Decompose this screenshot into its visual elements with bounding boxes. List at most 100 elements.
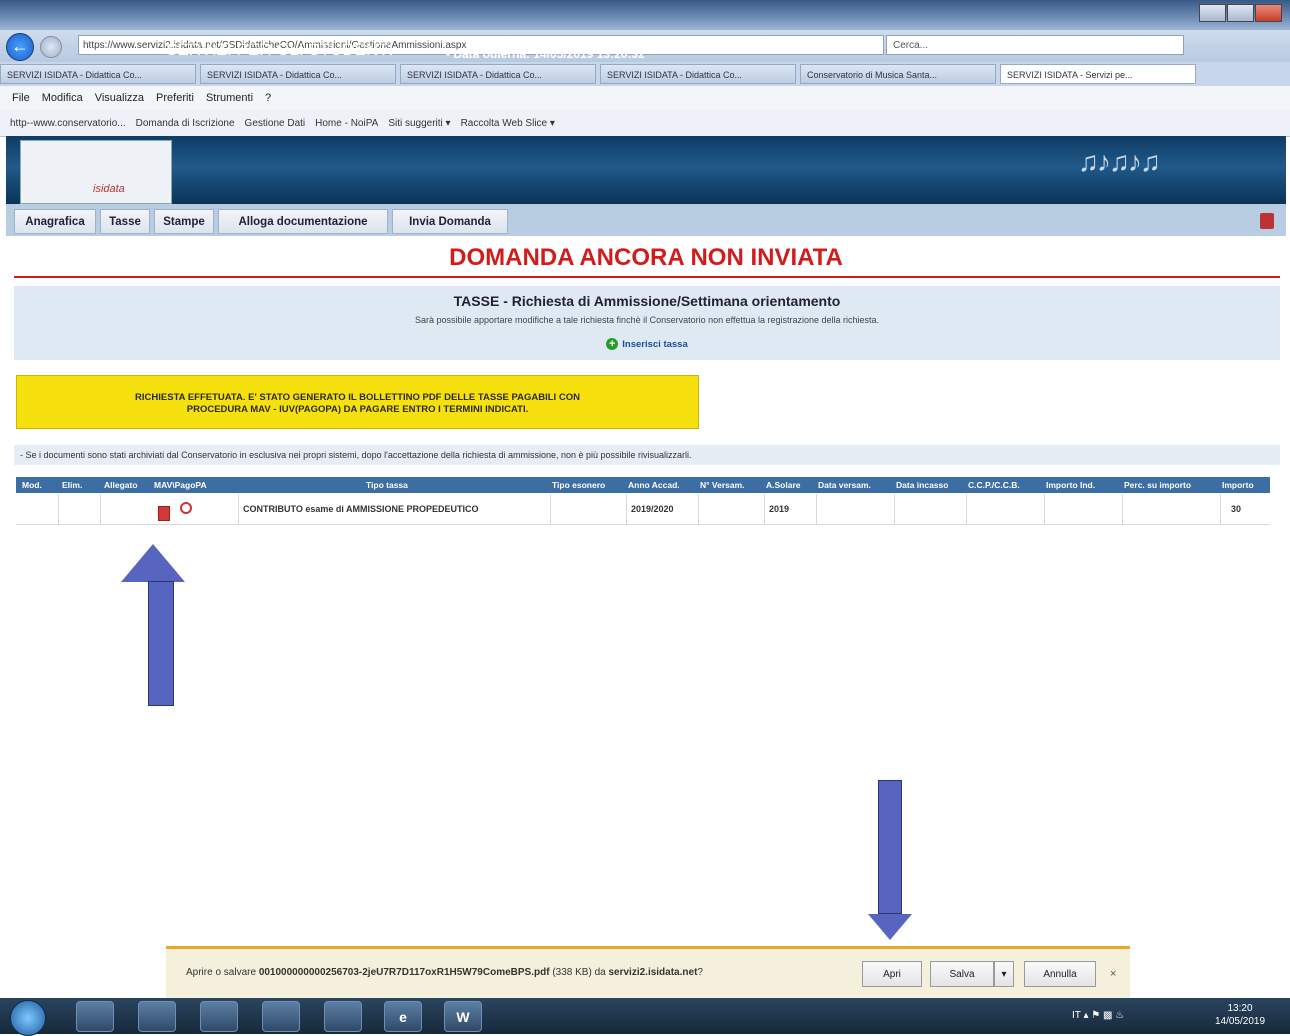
favorite-link[interactable]: Home - NoiPA xyxy=(315,118,378,129)
favorite-link[interactable]: Raccolta Web Slice ▾ xyxy=(461,118,555,129)
browser-tab[interactable]: SERVIZI ISIDATA - Didattica Co... xyxy=(0,64,196,84)
arrow-head xyxy=(868,914,912,940)
tab-invia-domanda[interactable]: Invia Domanda xyxy=(392,209,508,234)
pdf-icon[interactable] xyxy=(158,506,170,521)
word-icon[interactable]: W xyxy=(444,1001,482,1032)
menu-bar: File Modifica Visualizza Preferiti Strum… xyxy=(0,86,1290,110)
acrobat-icon[interactable] xyxy=(262,1001,300,1032)
forward-button[interactable] xyxy=(40,36,62,58)
status-title: DOMANDA ANCORA NON INVIATA xyxy=(449,244,843,271)
menu-visualizza[interactable]: Visualizza xyxy=(95,92,144,104)
cell-a-solare: 2019 xyxy=(764,494,816,524)
search-input[interactable]: Cerca... xyxy=(886,35,1184,55)
col-importo-ind: Importo Ind. xyxy=(1046,480,1096,490)
save-button[interactable]: Salva xyxy=(930,961,994,987)
clock-time: 13:20 xyxy=(1227,1003,1253,1014)
divider xyxy=(14,276,1280,278)
download-prompt: Aprire o salvare 001000000000256703-2jeU… xyxy=(186,967,703,978)
favorite-link[interactable]: http--www.conservatorio... xyxy=(10,118,126,129)
section-note: Sarà possibile apportare modifiche a tal… xyxy=(414,315,880,325)
window-titlebar xyxy=(0,0,1290,30)
download-size: (338 KB) da xyxy=(549,967,609,978)
media-player-icon[interactable] xyxy=(200,1001,238,1032)
browser-tab[interactable]: Conservatorio di Musica Santa... xyxy=(800,64,996,84)
cell-tipo-tassa: CONTRIBUTO esame di AMMISSIONE PROPEDEUT… xyxy=(238,494,550,524)
favorite-link[interactable]: Gestione Dati xyxy=(245,118,306,129)
cell-importo: 30 xyxy=(1220,494,1270,524)
download-prompt-suffix: ? xyxy=(697,967,703,978)
success-message-line: RICHIESTA EFFETUATA. E' STATO GENERATO I… xyxy=(135,392,580,403)
favorite-link[interactable]: Siti suggeriti ▾ xyxy=(388,118,450,129)
back-button[interactable]: ← xyxy=(6,33,34,61)
mav-pagopa-icon[interactable] xyxy=(180,502,192,514)
col-allegato: Allegato xyxy=(104,480,138,490)
explorer-icon[interactable] xyxy=(76,1001,114,1032)
table-row: CONTRIBUTO esame di AMMISSIONE PROPEDEUT… xyxy=(16,494,1270,525)
success-message: RICHIESTA EFFETUATA. E' STATO GENERATO I… xyxy=(16,392,699,416)
cancel-button[interactable]: Annulla xyxy=(1024,961,1096,987)
cell-ccp xyxy=(966,494,1044,524)
cell-data-versam xyxy=(816,494,894,524)
site-logo: isidata xyxy=(20,140,172,204)
col-perc: Perc. su importo xyxy=(1124,480,1192,490)
close-window-button[interactable] xyxy=(1255,4,1282,22)
menu-modifica[interactable]: Modifica xyxy=(42,92,83,104)
menu-file[interactable]: File xyxy=(12,92,30,104)
col-data-versam: Data versam. xyxy=(818,480,871,490)
clock-date: 14/05/2019 xyxy=(1214,1016,1266,1027)
tab-anagrafica[interactable]: Anagrafica xyxy=(14,209,96,234)
open-button[interactable]: Apri xyxy=(862,961,922,987)
language-indicator[interactable]: IT xyxy=(1072,1010,1081,1021)
favorites-bar: http--www.conservatorio... Domanda di Is… xyxy=(0,110,1290,137)
browser-tab[interactable]: SERVIZI ISIDATA - Didattica Co... xyxy=(200,64,396,84)
col-tipo-tassa: Tipo tassa xyxy=(366,480,408,490)
success-message-line: PROCEDURA MAV - IUV(PAGOPA) DA PAGARE EN… xyxy=(186,404,529,415)
app-icon[interactable] xyxy=(324,1001,362,1032)
cell-tipo-esonero xyxy=(550,494,626,524)
tasse-table-header: Mod. Elim. Allegato MAV\PagoPA Tipo tass… xyxy=(16,477,1270,493)
col-tipo-esonero: Tipo esonero xyxy=(552,480,606,490)
browser-tab-active[interactable]: SERVIZI ISIDATA - Servizi pe... xyxy=(1000,64,1196,84)
browser-tabs: SERVIZI ISIDATA - Didattica Co... SERVIZ… xyxy=(0,62,1290,86)
arrow-shaft xyxy=(148,581,174,706)
maximize-button[interactable] xyxy=(1227,4,1254,22)
col-ccp: C.C.P./C.C.B. xyxy=(968,480,1020,490)
tab-stampe[interactable]: Stampe xyxy=(154,209,214,234)
arrow-shaft xyxy=(878,780,902,914)
start-button[interactable] xyxy=(10,1000,46,1036)
clock[interactable]: 13:20 14/05/2019 xyxy=(1200,1002,1280,1028)
plus-icon[interactable]: + xyxy=(606,338,619,351)
cell-importo-ind xyxy=(1044,494,1122,524)
system-tray: IT ▴ ⚑ ▩ ♨ xyxy=(1072,1010,1125,1021)
cell-data-incasso xyxy=(894,494,966,524)
col-data-incasso: Data incasso xyxy=(896,480,949,490)
cell-perc xyxy=(1122,494,1220,524)
download-prompt-prefix: Aprire o salvare xyxy=(186,967,259,978)
col-n-versam: N° Versam. xyxy=(700,480,745,490)
logo-text: isidata xyxy=(93,183,125,195)
close-download-bar-icon[interactable]: × xyxy=(1110,968,1116,980)
minimize-button[interactable] xyxy=(1199,4,1226,22)
tab-alloga-documentazione[interactable]: Alloga documentazione xyxy=(218,209,388,234)
browser-tab[interactable]: SERVIZI ISIDATA - Didattica Co... xyxy=(600,64,796,84)
menu-strumenti[interactable]: Strumenti xyxy=(206,92,253,104)
save-dropdown-button[interactable]: ▾ xyxy=(994,961,1014,987)
menu-preferiti[interactable]: Preferiti xyxy=(156,92,194,104)
chrome-icon[interactable] xyxy=(138,1001,176,1032)
favorite-link[interactable]: Domanda di Iscrizione xyxy=(136,118,235,129)
page-nav: Anagrafica Tasse Stampe Alloga documenta… xyxy=(6,204,1286,238)
site-header: isidata ♫♪♫♪♫ xyxy=(6,136,1286,204)
exit-icon[interactable] xyxy=(1260,213,1274,229)
col-mod: Mod. xyxy=(22,480,42,490)
internet-explorer-icon[interactable]: e xyxy=(384,1001,422,1032)
cell-n-versam xyxy=(698,494,764,524)
cell-mod xyxy=(16,494,58,524)
download-host: servizi2.isidata.net xyxy=(608,967,698,978)
col-elim: Elim. xyxy=(62,480,83,490)
insert-tassa-link[interactable]: Inserisci tassa xyxy=(622,339,688,350)
col-anno-accad: Anno Accad. xyxy=(628,480,680,490)
music-notes-decoration: ♫♪♫♪♫ xyxy=(1078,146,1161,177)
tab-tasse[interactable]: Tasse xyxy=(100,209,150,234)
browser-tab[interactable]: SERVIZI ISIDATA - Didattica Co... xyxy=(400,64,596,84)
menu-help[interactable]: ? xyxy=(265,92,271,104)
